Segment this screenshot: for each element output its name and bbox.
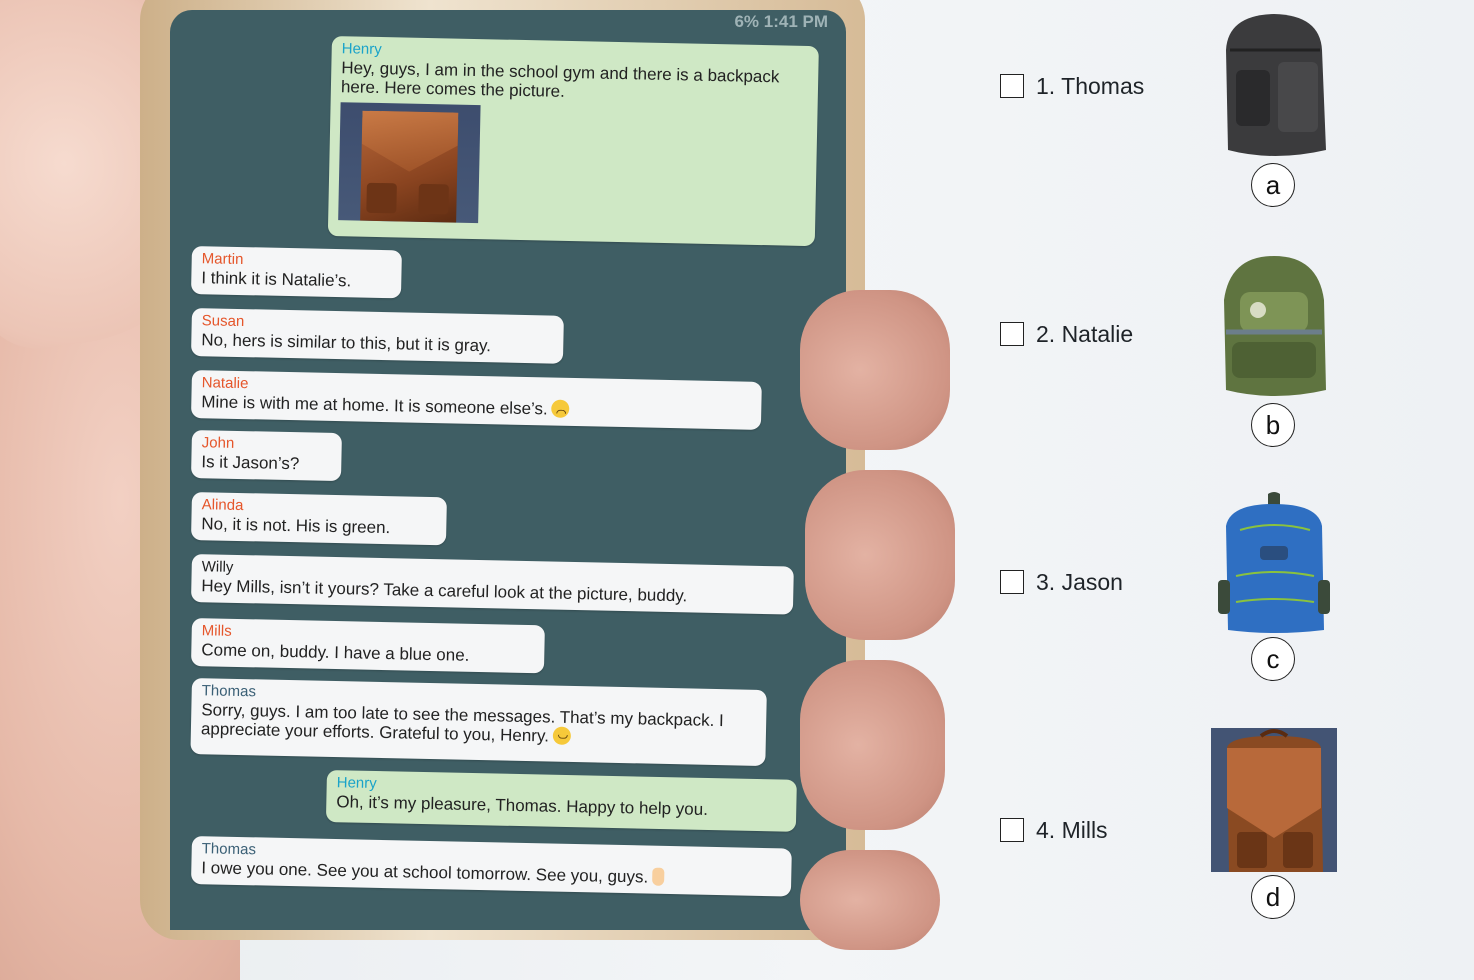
message-bubble[interactable]: Thomas I owe you one. See you at school … — [190, 836, 792, 897]
finger-3 — [800, 660, 945, 830]
checkbox-natalie[interactable] — [1000, 322, 1024, 346]
smile-face-icon — [552, 726, 572, 745]
status-time: 1:41 PM — [763, 12, 828, 31]
message-text: Is it Jason’s? — [201, 452, 300, 474]
finger-4 — [800, 850, 940, 950]
message-bubble[interactable]: Henry Oh, it’s my pleasure, Thomas. Happ… — [325, 770, 797, 832]
message-bubble[interactable]: Thomas Sorry, guys. I am too late to see… — [190, 678, 767, 767]
backpack-b-image[interactable] — [1218, 252, 1330, 398]
backpack-c-image[interactable] — [1218, 490, 1330, 634]
option-mills[interactable]: 4. Mills — [1000, 817, 1108, 843]
letter-d-badge: d — [1251, 875, 1295, 919]
checkbox-thomas[interactable] — [1000, 74, 1024, 98]
finger-1 — [800, 290, 950, 450]
option-label: 2. Natalie — [1036, 320, 1134, 347]
message-bubble[interactable]: Natalie Mine is with me at home. It is s… — [190, 370, 762, 430]
waving-hand-icon — [652, 867, 665, 886]
backpack-a-image[interactable] — [1218, 10, 1330, 160]
letter-b-badge: b — [1251, 403, 1295, 447]
message-text: I think it is Natalie’s. — [201, 268, 352, 291]
message-sender: John — [201, 434, 235, 452]
letter-a-badge: a — [1251, 163, 1295, 207]
checkbox-mills[interactable] — [1000, 818, 1024, 842]
battery-level: 6% — [734, 12, 760, 31]
message-bubble[interactable]: John Is it Jason’s? — [190, 430, 342, 482]
message-bubble[interactable]: Willy Hey Mills, isn’t it yours? Take a … — [190, 554, 794, 615]
chat-screen: 6% 1:41 PM Henry Hey, guys, I am in the … — [170, 10, 846, 930]
option-thomas[interactable]: 1. Thomas — [1000, 73, 1144, 99]
status-bar: 6% 1:41 PM — [734, 12, 828, 32]
bag-pocket-right — [418, 183, 449, 215]
sad-face-icon — [551, 399, 570, 418]
option-jason[interactable]: 3. Jason — [1000, 569, 1123, 595]
message-bubble[interactable]: Susan No, hers is similar to this, but i… — [190, 308, 564, 364]
backpack-d-image[interactable] — [1211, 728, 1337, 872]
finger-2 — [805, 470, 955, 640]
found-backpack-photo[interactable] — [338, 102, 481, 224]
letter-c-badge: c — [1251, 637, 1295, 681]
message-text: No, it is not. His is green. — [201, 514, 391, 538]
option-label: 1. Thomas — [1036, 72, 1145, 99]
message-bubble[interactable]: Alinda No, it is not. His is green. — [190, 492, 447, 546]
option-natalie[interactable]: 2. Natalie — [1000, 321, 1133, 347]
checkbox-jason[interactable] — [1000, 570, 1024, 594]
option-label: 4. Mills — [1036, 816, 1108, 843]
bag-pocket-left — [366, 182, 397, 214]
message-bubble[interactable]: Henry Hey, guys, I am in the school gym … — [327, 36, 819, 247]
message-bubble[interactable]: Mills Come on, buddy. I have a blue one. — [190, 618, 545, 674]
scene: 6% 1:41 PM Henry Hey, guys, I am in the … — [0, 0, 1474, 980]
option-label: 3. Jason — [1036, 568, 1123, 595]
message-bubble[interactable]: Martin I think it is Natalie’s. — [190, 246, 402, 299]
